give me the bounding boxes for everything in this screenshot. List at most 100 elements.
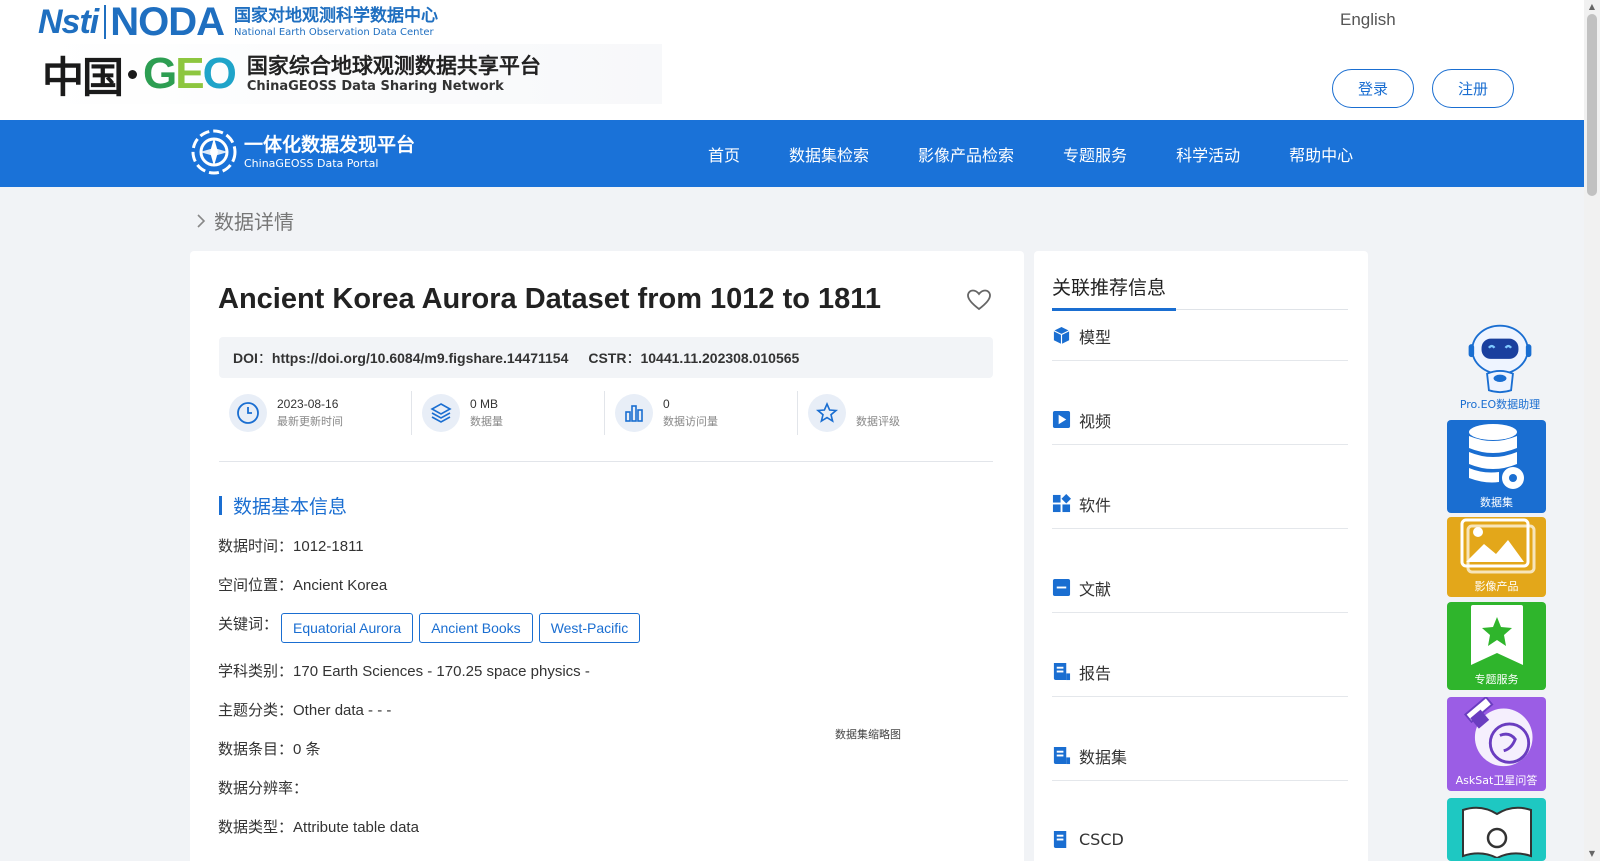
thumbnail-label: 数据集缩略图 xyxy=(835,728,901,741)
float-dataset-button[interactable]: 数据集 xyxy=(1447,420,1546,513)
recommend-item-video[interactable]: 视频 xyxy=(1052,405,1348,445)
cube-icon xyxy=(1053,326,1070,345)
nsti-logo: Nsti xyxy=(38,2,99,41)
info-value: 0 条 xyxy=(293,741,321,758)
doi-value[interactable]: https://doi.org/10.6084/m9.figshare.1447… xyxy=(272,350,568,366)
stat-label: 数据访问量 xyxy=(663,415,718,428)
nav-item-help-center[interactable]: 帮助中心 xyxy=(1289,142,1353,166)
info-key: 关键词： xyxy=(218,615,279,633)
info-location: 空间位置：Ancient Korea xyxy=(218,574,387,595)
recommend-item-dataset[interactable]: 数据集 xyxy=(1052,741,1348,781)
recommend-item-software[interactable]: 软件 xyxy=(1052,489,1348,529)
nav-item-topic-services[interactable]: 专题服务 xyxy=(1063,142,1127,166)
nav-item-dataset-search[interactable]: 数据集检索 xyxy=(789,142,869,166)
register-button[interactable]: 注册 xyxy=(1432,69,1514,108)
info-discipline: 学科类别：170 Earth Sciences - 170.25 space p… xyxy=(218,660,590,681)
float-image-product-button[interactable]: 影像产品 xyxy=(1447,517,1546,597)
info-type: 数据类型：Attribute table data xyxy=(218,816,419,837)
dataset-title: Ancient Korea Aurora Dataset from 1012 t… xyxy=(218,283,881,315)
stat-label: 最新更新时间 xyxy=(277,415,343,428)
stat-label: 数据评级 xyxy=(856,415,900,428)
scroll-up-arrow-icon[interactable]: ▲ xyxy=(1587,2,1597,12)
info-value: 1012-1811 xyxy=(293,538,364,555)
float-more-button[interactable] xyxy=(1447,798,1546,861)
info-key: 学科类别： xyxy=(218,662,294,680)
info-entries: 数据条目：0 条 xyxy=(218,738,321,759)
keyword-tag[interactable]: West-Pacific xyxy=(538,613,641,643)
dataset-detail-card: Ancient Korea Aurora Dataset from 1012 t… xyxy=(190,251,1024,861)
login-button[interactable]: 登录 xyxy=(1332,69,1414,108)
nav-menu: 首页 数据集检索 影像产品检索 专题服务 科学活动 帮助中心 xyxy=(708,120,1402,187)
info-value: Other data - - - xyxy=(293,702,392,719)
platform-name-cn: 国家综合地球观测数据共享平台 xyxy=(246,54,541,78)
keyword-tag[interactable]: Ancient Books xyxy=(419,613,533,643)
related-recommendations-panel: 关联推荐信息 模型 视频 软件 文献 报告 数据集 CSCD xyxy=(1034,251,1368,861)
stat-visits: 0 数据访问量 xyxy=(605,391,798,435)
stat-value: 0 xyxy=(663,397,670,411)
robot-assistant-icon xyxy=(1468,324,1532,394)
recommend-item-report[interactable]: 报告 xyxy=(1052,657,1348,697)
float-asksat-label: AskSat卫星问答 xyxy=(1455,774,1538,787)
section-title: 数据基本信息 xyxy=(233,496,348,518)
info-key: 数据分辨率： xyxy=(218,779,309,797)
chevron-right-icon xyxy=(197,213,206,228)
nav-item-science-activities[interactable]: 科学活动 xyxy=(1176,142,1240,166)
recommend-label: CSCD xyxy=(1079,830,1124,849)
portal-globe-icon xyxy=(191,129,237,175)
software-icon xyxy=(1052,494,1071,513)
favorite-heart-icon[interactable] xyxy=(966,287,992,313)
float-asksat-button[interactable]: AskSat卫星问答 xyxy=(1447,697,1546,791)
geo-logo-text: GEO xyxy=(143,49,237,98)
noda-name: 国家对地观测科学数据中心 National Earth Observation … xyxy=(234,6,438,39)
bar-chart-icon xyxy=(615,394,653,432)
logo-dot xyxy=(128,69,138,79)
stat-data-volume: 0 MB 数据量 xyxy=(412,391,605,435)
language-switch-link[interactable]: English xyxy=(1340,10,1396,30)
section-accent-bar xyxy=(219,496,222,515)
recommend-item-literature[interactable]: 文献 xyxy=(1052,573,1348,613)
recommend-label: 报告 xyxy=(1079,663,1112,683)
report-icon xyxy=(1053,662,1071,681)
portal-name-en: ChinaGEOSS Data Portal xyxy=(244,157,379,170)
china-logo-text: 中国 xyxy=(42,52,124,102)
database-gear-icon xyxy=(1468,424,1524,489)
recommend-label: 视频 xyxy=(1079,411,1112,431)
recommend-label: 数据集 xyxy=(1079,747,1128,767)
recommend-title-underline xyxy=(1052,308,1176,311)
assistant-widget[interactable]: Pro.EO数据助理 xyxy=(1458,322,1542,412)
stat-value: 2023-08-16 xyxy=(277,397,339,411)
keyword-tag[interactable]: Equatorial Aurora xyxy=(281,613,414,643)
nav-item-home[interactable]: 首页 xyxy=(708,142,740,166)
cstr-label: CSTR xyxy=(588,349,627,366)
recommend-item-model[interactable]: 模型 xyxy=(1052,321,1348,361)
recommend-label: 模型 xyxy=(1079,327,1112,347)
portal-logo[interactable]: 一体化数据发现平台 ChinaGEOSS Data Portal xyxy=(190,128,415,176)
nav-item-image-search[interactable]: 影像产品检索 xyxy=(918,142,1014,166)
info-topic: 主题分类：Other data - - - xyxy=(218,699,391,720)
noda-logo[interactable]: Nsti NODA 国家对地观测科学数据中心 National Earth Ob… xyxy=(38,2,438,42)
document-icon xyxy=(1052,578,1071,597)
satellite-globe-icon xyxy=(1463,697,1533,767)
portal-name-cn: 一体化数据发现平台 xyxy=(244,134,416,156)
cstr-value: 10441.11.202308.010565 xyxy=(640,349,800,366)
logo-divider xyxy=(104,5,107,39)
divider xyxy=(219,461,993,462)
keyword-tags: Equatorial Aurora Ancient Books West-Pac… xyxy=(281,613,646,643)
platform-name: 国家综合地球观测数据共享平台 ChinaGEOSS Data Sharing N… xyxy=(247,53,541,95)
info-key: 数据类型： xyxy=(218,818,294,836)
layers-icon xyxy=(422,394,460,432)
float-topic-service-button[interactable]: 专题服务 xyxy=(1447,602,1546,690)
info-key: 数据条目： xyxy=(218,740,294,758)
recommend-label: 文献 xyxy=(1079,579,1112,599)
section-basic-info: 数据基本信息 xyxy=(219,492,347,519)
info-value: Ancient Korea xyxy=(293,577,388,594)
recommend-label: 软件 xyxy=(1079,495,1112,515)
info-resolution: 数据分辨率： xyxy=(218,777,308,798)
scroll-down-arrow-icon[interactable]: ▼ xyxy=(1587,849,1597,859)
chinageoss-logo[interactable]: 中国 GEO 国家综合地球观测数据共享平台 ChinaGEOSS Data Sh… xyxy=(42,44,662,104)
scrollbar-thumb[interactable] xyxy=(1587,14,1597,196)
dataset-icon xyxy=(1053,830,1067,849)
page-scrollbar[interactable]: ▲ ▼ xyxy=(1584,0,1600,861)
recommend-item-cscd[interactable]: CSCD xyxy=(1052,825,1348,861)
clock-icon xyxy=(229,394,267,432)
